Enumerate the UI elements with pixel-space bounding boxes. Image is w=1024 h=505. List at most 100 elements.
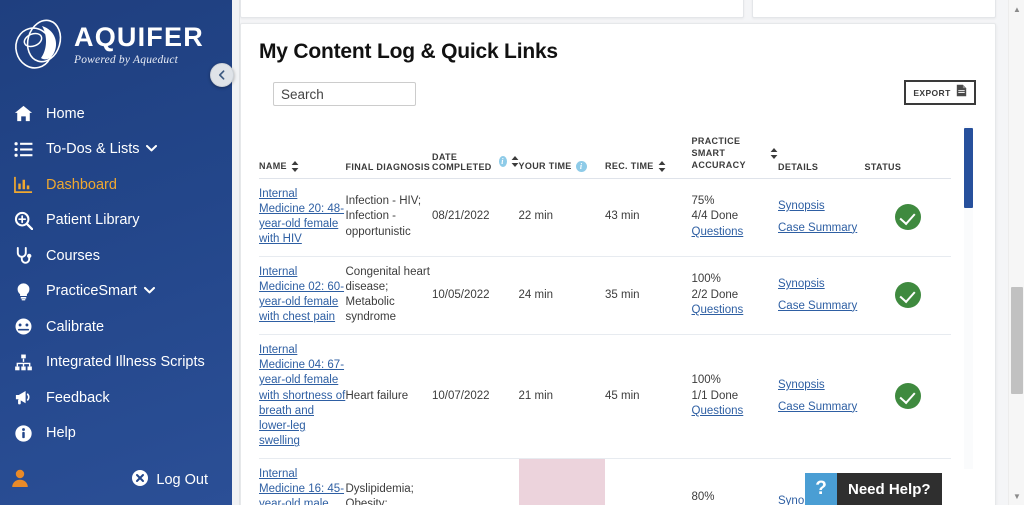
sort-toggle[interactable]	[511, 156, 519, 167]
accuracy-percent: 75%	[691, 195, 715, 208]
column-header-label: STATUS	[864, 161, 902, 172]
column-header-acc[interactable]: PRACTICE SMART ACCURACY	[691, 126, 778, 179]
column-header-label: NAME	[259, 161, 287, 171]
page-scrollbar-thumb[interactable]	[1011, 287, 1023, 394]
sidebar-item-label: Patient Library	[46, 212, 140, 229]
brand-logo: AQUIFER Powered by Aqueduct	[12, 14, 222, 76]
sort-toggle[interactable]	[291, 160, 299, 172]
case-link[interactable]: Internal Medicine 02: 60-year-old female…	[259, 266, 344, 324]
sort-toggle[interactable]	[770, 147, 778, 159]
cell-name: Internal Medicine 04: 67-year-old female…	[259, 334, 346, 459]
sidebar-item-to-dos-lists[interactable]: To-Dos & Lists	[0, 132, 232, 168]
export-label: EXPORT	[913, 87, 951, 98]
scroll-up-arrow[interactable]: ▲	[1009, 1, 1024, 17]
synopsis-link[interactable]: Synopsis	[778, 200, 825, 213]
sidebar-item-label: PracticeSmart	[46, 283, 138, 300]
accuracy-done: 1/1 Done	[691, 389, 739, 402]
sort-icon[interactable]	[291, 160, 299, 172]
export-button[interactable]: EXPORT	[904, 80, 976, 105]
scroll-down-arrow[interactable]: ▼	[1009, 488, 1024, 504]
sort-icon[interactable]	[511, 156, 519, 167]
info-tooltip-icon[interactable]: i	[498, 156, 507, 167]
questions-link[interactable]: Questions	[692, 405, 744, 417]
sidebar-item-feedback[interactable]: Feedback	[0, 380, 232, 416]
accuracy-done: 4/4 Done	[691, 210, 739, 223]
column-header-label: PRACTICE SMART ACCURACY	[691, 136, 746, 171]
info-icon	[14, 424, 42, 443]
sidebar-item-courses[interactable]: Courses	[0, 238, 232, 274]
status-badge-complete	[894, 204, 921, 231]
column-header-rec[interactable]: REC. TIME	[605, 126, 692, 179]
cell-final-diagnosis: Congenital heart disease; Metabolic synd…	[345, 256, 432, 335]
sidebar-item-label: Home	[46, 105, 85, 122]
brand-tagline: Powered by Aqueduct	[74, 54, 179, 66]
case-link[interactable]: Internal Medicine 04: 67-year-old female…	[259, 344, 345, 448]
sidebar-nav: Home To-Dos & Lists Dashboard Patient Libra…	[0, 96, 232, 451]
sidebar-item-label: Help	[46, 425, 76, 442]
cell-date-completed: 08/21/2022	[432, 178, 519, 257]
close-circle-icon	[132, 470, 149, 490]
sidebar-item-label: Integrated Illness Scripts	[46, 354, 205, 371]
case-summary-link[interactable]: Case Summary	[778, 222, 857, 235]
need-help-widget[interactable]: ? Need Help?	[805, 473, 942, 505]
case-link[interactable]: Internal Medicine 16: 45-year-old male w…	[259, 468, 344, 505]
panel-toolbar: EXPORT	[259, 76, 977, 122]
cell-rec-time: 38 min	[605, 458, 692, 505]
synopsis-link[interactable]: Synopsis	[778, 379, 825, 392]
cell-practice-smart-accuracy: 80%5/5 DoneQuestions	[691, 458, 778, 505]
logout-label: Log Out	[156, 472, 208, 488]
sidebar-item-integrated-illness-scripts[interactable]: Integrated Illness Scripts	[0, 345, 232, 381]
main-content: My Content Log & Quick Links EXPORT	[240, 0, 1024, 505]
chevron-down-icon[interactable]	[144, 286, 156, 297]
table-head: NAME FINAL DIAGNOSIS DATE COMPLETED i YOUR T…	[259, 126, 951, 179]
cell-rec-time: 43 min	[605, 178, 692, 257]
app-root: AQUIFER Powered by Aqueduct Home To-Dos &…	[0, 0, 1024, 505]
questions-link[interactable]: Questions	[692, 304, 744, 316]
sidebar-item-label: Feedback	[46, 389, 110, 406]
table-scrollbar-thumb[interactable]	[964, 128, 973, 208]
column-header-name[interactable]: NAME	[259, 126, 346, 179]
cell-practice-smart-accuracy: 100% 1/1 Done Questions	[691, 334, 778, 459]
sidebar-item-patient-library[interactable]: Patient Library	[0, 203, 232, 239]
sort-icon[interactable]	[658, 160, 666, 172]
sidebar-item-dashboard[interactable]: Dashboard	[0, 167, 232, 203]
case-link[interactable]: Internal Medicine 20: 48-year-old female…	[259, 188, 344, 246]
sidebar-collapse-button[interactable]	[210, 63, 234, 87]
logout-button[interactable]: Log Out	[132, 470, 208, 490]
case-summary-link[interactable]: Case Summary	[778, 401, 857, 414]
synopsis-link[interactable]: Synopsis	[778, 278, 825, 291]
info-tooltip-icon[interactable]: i	[575, 160, 587, 172]
content-log-panel: My Content Log & Quick Links EXPORT	[240, 23, 996, 505]
lightbulb-icon	[14, 282, 42, 301]
column-header-status: STATUS	[864, 126, 951, 179]
column-header-date[interactable]: DATE COMPLETED i	[432, 126, 519, 179]
cell-final-diagnosis: Infection - HIV; Infection - opportunist…	[345, 178, 432, 257]
sort-icon[interactable]	[770, 147, 778, 159]
sort-toggle[interactable]	[658, 160, 666, 172]
page-scrollbar[interactable]: ▲ ▼	[1008, 0, 1024, 505]
case-summary-link[interactable]: Case Summary	[778, 300, 857, 313]
accuracy-percent: 100%	[691, 374, 721, 387]
document-icon	[956, 84, 967, 102]
home-icon	[14, 104, 42, 123]
cell-your-time: 21 min	[518, 334, 605, 459]
user-icon[interactable]	[10, 468, 30, 493]
table-row: Internal Medicine 04: 67-year-old female…	[259, 334, 951, 459]
cell-name: Internal Medicine 16: 45-year-old male w…	[259, 458, 346, 505]
cell-name: Internal Medicine 02: 60-year-old female…	[259, 256, 346, 335]
sidebar-item-help[interactable]: Help	[0, 416, 232, 452]
cell-name: Internal Medicine 20: 48-year-old female…	[259, 178, 346, 257]
sidebar-item-home[interactable]: Home	[0, 96, 232, 132]
sidebar-footer: Log Out	[0, 461, 232, 499]
sidebar-item-label: Calibrate	[46, 318, 105, 335]
table-header-row: NAME FINAL DIAGNOSIS DATE COMPLETED i YOUR T…	[259, 126, 951, 179]
chevron-down-icon[interactable]	[146, 144, 158, 155]
column-header-label: REC. TIME	[605, 161, 654, 171]
search-input[interactable]	[273, 82, 416, 106]
questions-link[interactable]: Questions	[692, 226, 744, 238]
table-row: Internal Medicine 02: 60-year-old female…	[259, 256, 951, 335]
sidebar-item-practicesmart[interactable]: PracticeSmart	[0, 274, 232, 310]
sidebar-item-calibrate[interactable]: Calibrate	[0, 309, 232, 345]
cell-details: Synopsis Case Summary	[778, 334, 865, 459]
table-body: Internal Medicine 20: 48-year-old female…	[259, 178, 951, 505]
